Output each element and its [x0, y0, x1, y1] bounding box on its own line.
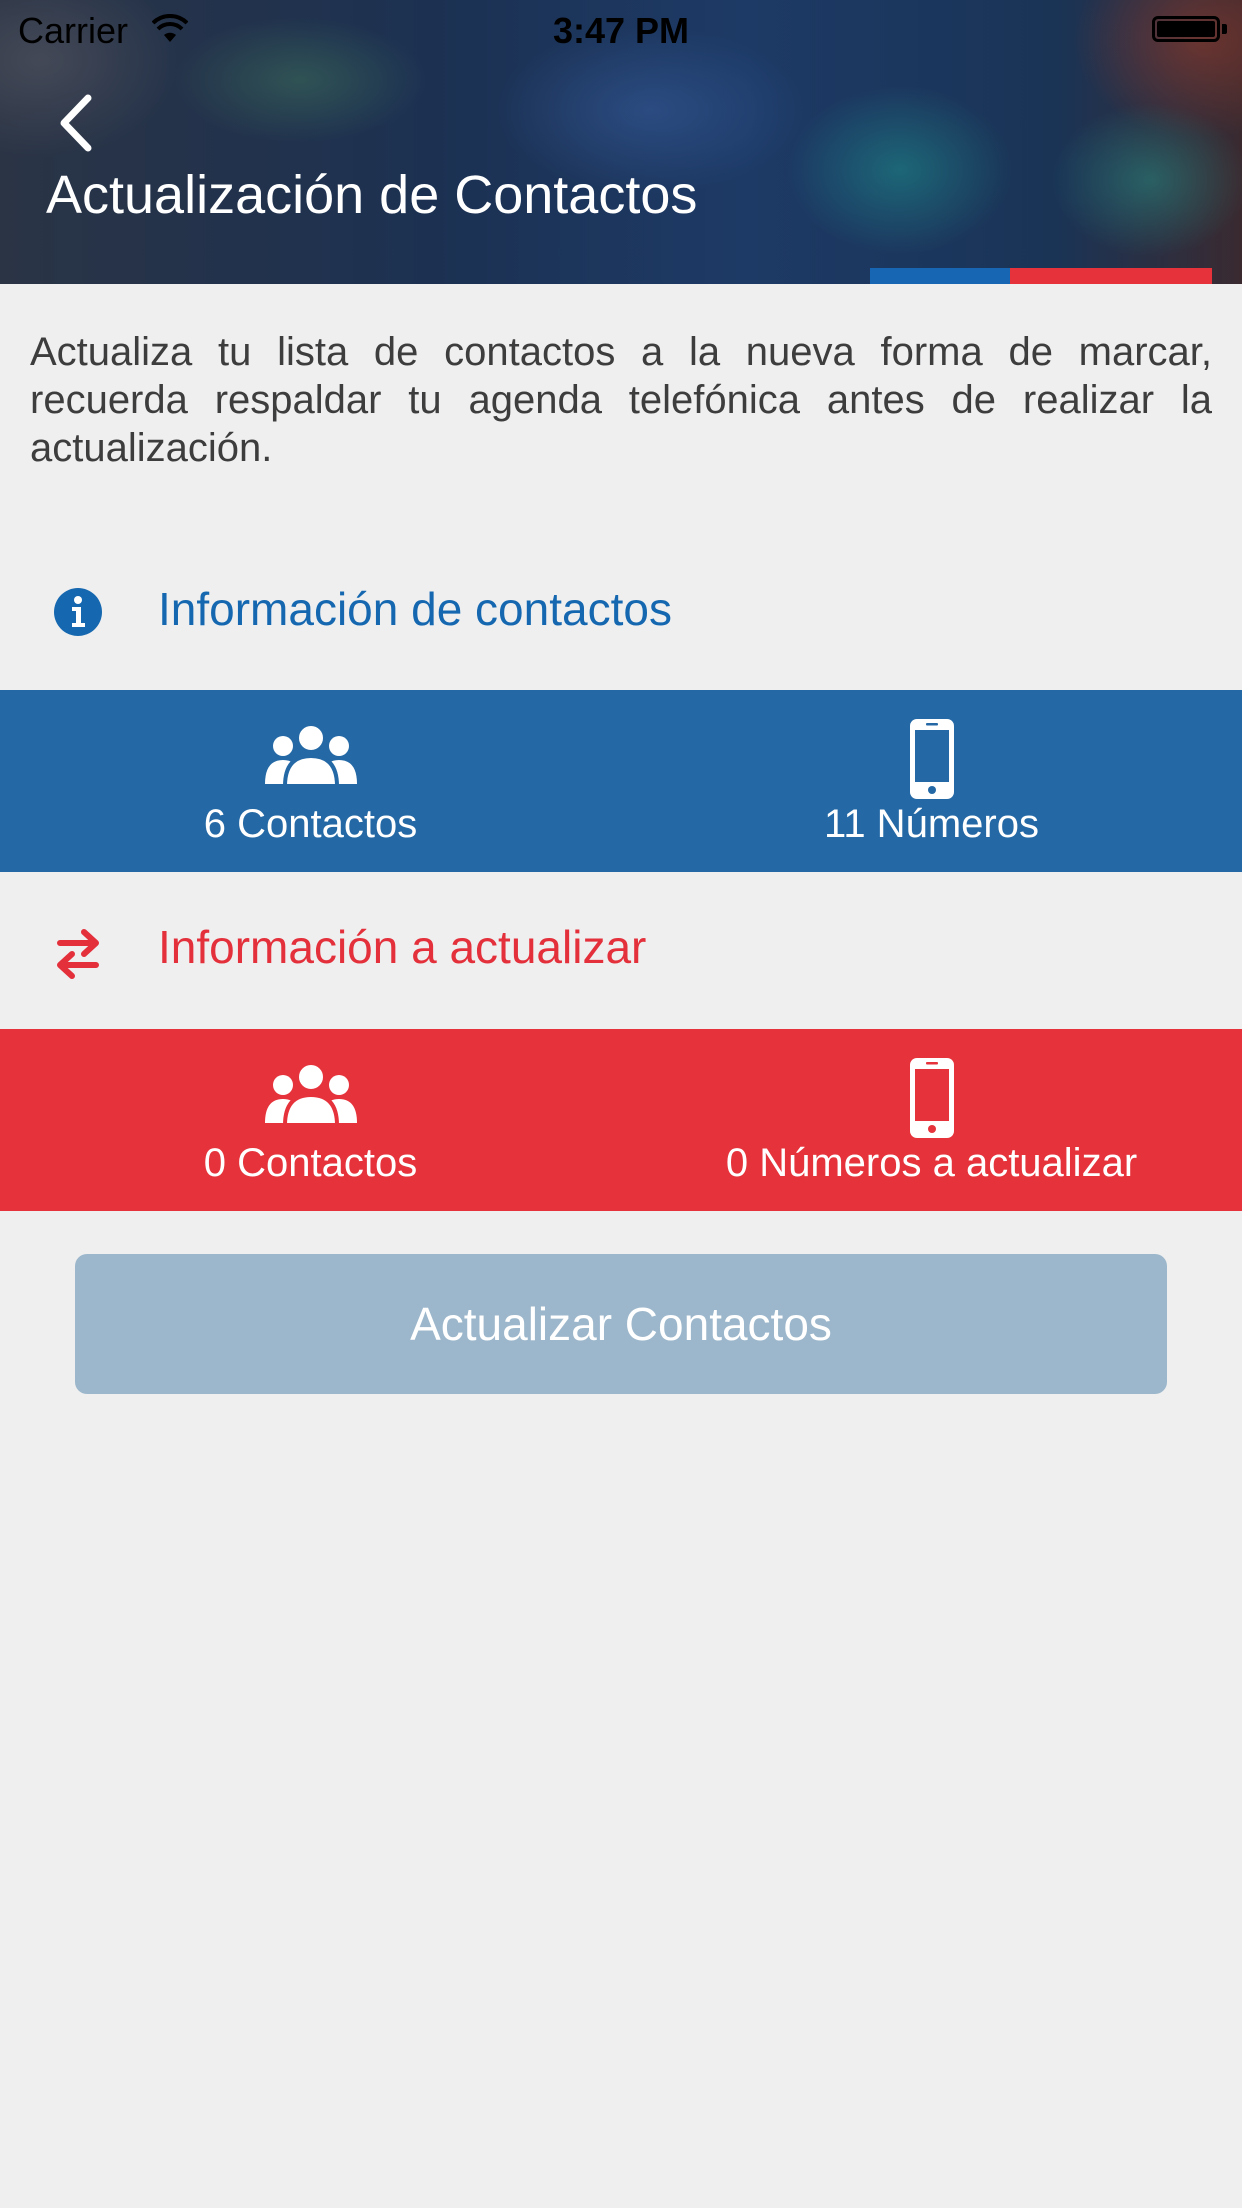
smartphone-icon — [909, 1058, 954, 1138]
numbers-to-update-stat: 0 Números a actualizar — [621, 1029, 1242, 1211]
contacts-to-update-label: 0 Contactos — [203, 1141, 418, 1185]
page-title: Actualización de Contactos — [46, 165, 698, 225]
people-icon — [264, 1061, 357, 1125]
numbers-count-label: 11 Números — [824, 802, 1039, 846]
contacts-count-label: 6 Contactos — [203, 802, 418, 846]
swap-arrows-icon — [57, 929, 99, 979]
flag-stripe-red — [1010, 268, 1212, 284]
people-icon — [264, 722, 357, 786]
contacts-info-band: 6 Contactos 11 Números — [0, 690, 1242, 872]
back-button[interactable] — [48, 88, 112, 158]
description-text: Actualiza tu lista de contactos a la nue… — [30, 330, 1212, 470]
section-info-header: Información de contactos — [0, 552, 1242, 672]
update-info-band: 0 Contactos 0 Números a actualizar — [0, 1029, 1242, 1211]
info-icon — [54, 588, 102, 636]
chevron-left-icon — [60, 94, 92, 152]
section-update-header: Información a actualizar — [0, 890, 1242, 1010]
battery-tip — [1222, 24, 1227, 34]
status-bar: Carrier 3:47 PM — [0, 0, 1242, 60]
flag-stripe-blue — [870, 268, 1010, 284]
section-info-label: Información de contactos — [158, 583, 672, 635]
header: Carrier 3:47 PM Actualización de Contact… — [0, 0, 1242, 284]
contacts-to-update-stat: 0 Contactos — [0, 1029, 621, 1211]
update-contacts-button[interactable]: Actualizar Contactos — [75, 1254, 1167, 1394]
section-update-label: Información a actualizar — [158, 921, 647, 973]
numbers-to-update-label: 0 Números a actualizar — [725, 1141, 1138, 1185]
battery-icon — [1152, 16, 1220, 42]
smartphone-icon — [909, 719, 954, 799]
contacts-count-stat: 6 Contactos — [0, 690, 621, 872]
status-time: 3:47 PM — [552, 10, 690, 51]
numbers-count-stat: 11 Números — [621, 690, 1242, 872]
